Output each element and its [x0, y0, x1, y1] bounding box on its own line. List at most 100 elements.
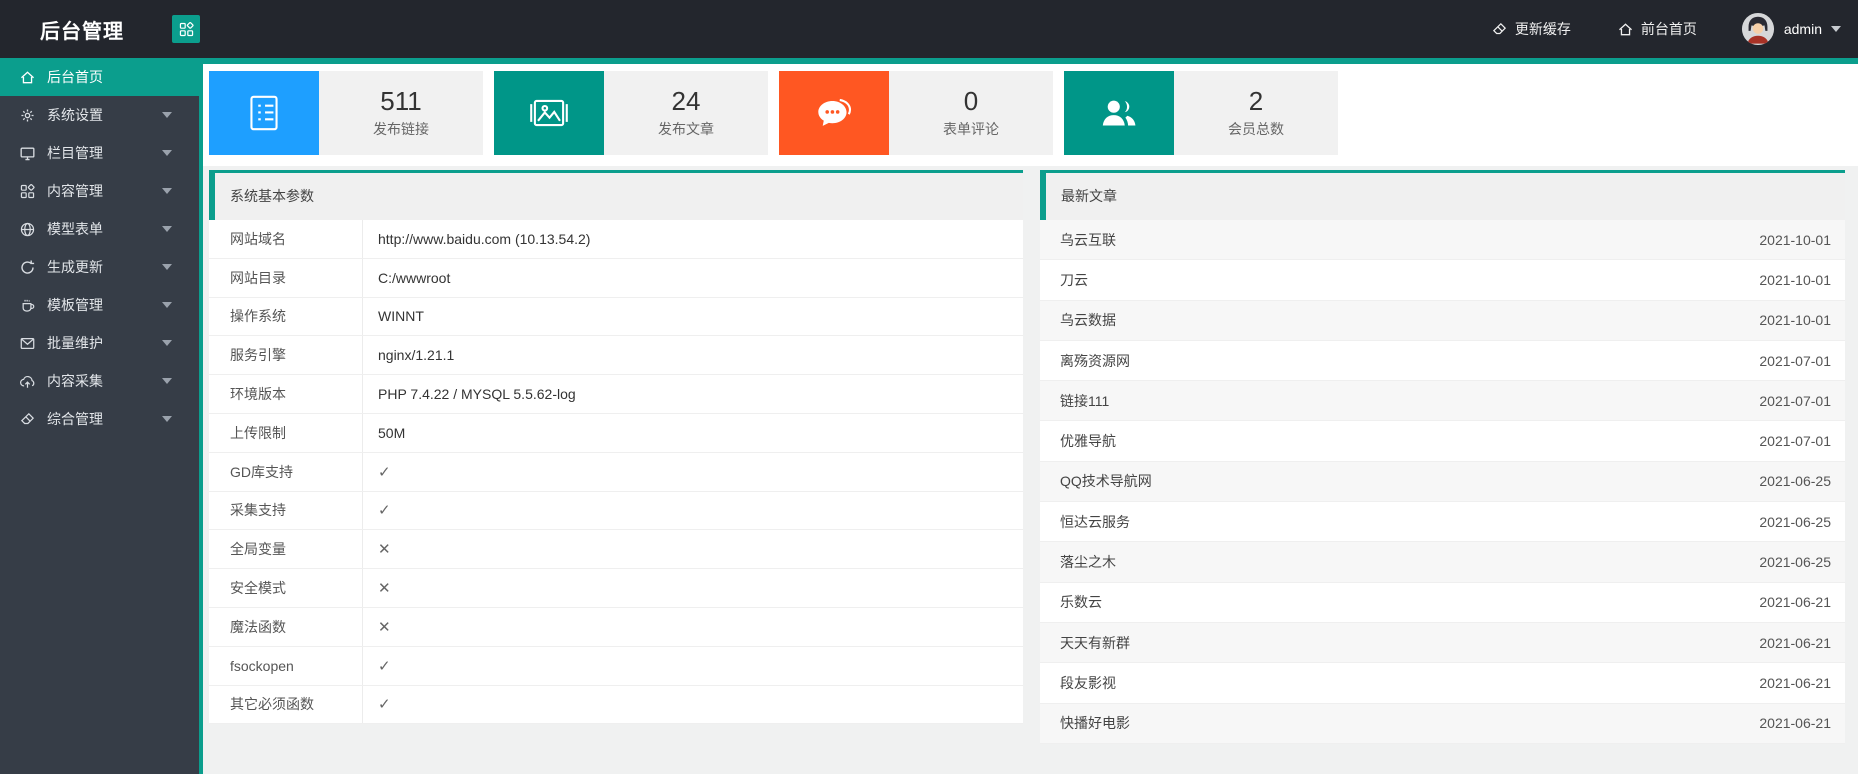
user-menu[interactable]: admin: [1741, 12, 1841, 46]
sidebar-item-label: 综合管理: [47, 411, 103, 427]
table-row: 安全模式 ✕: [209, 569, 1023, 608]
param-value: http://www.baidu.com (10.13.54.2): [378, 230, 591, 247]
param-value: 50M: [378, 424, 406, 441]
caret-down-icon: [162, 112, 172, 118]
table-row: 操作系统 WINNT: [209, 297, 1023, 337]
comment-icon: [811, 90, 857, 136]
caret-down-icon: [162, 416, 172, 422]
param-label: 安全模式: [209, 569, 363, 607]
caret-down-icon: [162, 302, 172, 308]
article-title: 优雅导航: [1060, 433, 1116, 450]
grid-icon: [178, 21, 195, 38]
app-grid-button[interactable]: [172, 15, 200, 43]
list-item[interactable]: 离殇资源网 2021-07-01: [1040, 341, 1845, 382]
stat-label: 会员总数: [1228, 121, 1284, 138]
article-title: 天天有新群: [1060, 634, 1130, 651]
param-label: 网站域名: [209, 220, 363, 258]
param-label: 采集支持: [209, 491, 363, 530]
list-item[interactable]: 乐数云 2021-06-21: [1040, 583, 1845, 623]
article-title: 乌云数据: [1060, 312, 1116, 329]
sidebar-item[interactable]: 综合管理: [0, 400, 199, 438]
article-title: 乌云互联: [1060, 231, 1116, 248]
stat-card-icon-box: [1064, 71, 1174, 155]
system-params-panel: 系统基本参数 网站域名 http://www.baidu.com (10.13.…: [209, 170, 1023, 725]
table-row: 网站目录 C:/wwwroot: [209, 258, 1023, 298]
sidebar-item-label: 系统设置: [47, 107, 103, 123]
sidebar-item[interactable]: 内容采集: [0, 362, 199, 400]
article-title: 快播好电影: [1060, 715, 1130, 732]
param-label: 网站目录: [209, 258, 363, 297]
list-item[interactable]: 恒达云服务 2021-06-25: [1040, 502, 1845, 543]
article-title: 乐数云: [1060, 594, 1102, 611]
table-row: 网站域名 http://www.baidu.com (10.13.54.2): [209, 220, 1023, 259]
topbar-action[interactable]: 更新缓存: [1491, 19, 1571, 39]
table-row: 全局变量 ✕: [209, 530, 1023, 570]
list-item[interactable]: 优雅导航 2021-07-01: [1040, 421, 1845, 462]
sidebar-item[interactable]: 内容管理: [0, 172, 199, 210]
stat-card[interactable]: 24 发布文章: [494, 71, 768, 155]
table-row: 服务引擎 nginx/1.21.1: [209, 336, 1023, 376]
list-item[interactable]: 天天有新群 2021-06-21: [1040, 622, 1845, 664]
sidebar-item[interactable]: 栏目管理: [0, 134, 199, 172]
param-label: 上传限制: [209, 413, 363, 452]
table-row: fsockopen ✓: [209, 646, 1023, 686]
list-item[interactable]: 刀云 2021-10-01: [1040, 260, 1845, 301]
article-title: QQ技术导航网: [1060, 473, 1152, 490]
sidebar-item[interactable]: 批量维护: [0, 324, 199, 362]
article-date: 2021-06-21: [1759, 674, 1831, 691]
topbar: 后台管理 更新缓存 前台首页 admin: [0, 0, 1858, 58]
article-date: 2021-07-01: [1759, 392, 1831, 409]
globe-icon: [19, 221, 36, 238]
stat-card[interactable]: 0 表单评论: [779, 71, 1053, 155]
username: admin: [1783, 21, 1822, 37]
stat-label: 表单评论: [943, 121, 999, 138]
sidebar-item[interactable]: 模板管理: [0, 286, 199, 324]
list-item[interactable]: QQ技术导航网 2021-06-25: [1040, 461, 1845, 503]
param-value: ✓: [378, 502, 391, 520]
list-item[interactable]: 段友影视 2021-06-21: [1040, 663, 1845, 704]
sidebar-item-label: 生成更新: [47, 259, 103, 275]
param-value: ✓: [378, 657, 391, 675]
param-label: 其它必须函数: [209, 685, 363, 724]
article-date: 2021-07-01: [1759, 352, 1831, 369]
list-item[interactable]: 乌云数据 2021-10-01: [1040, 300, 1845, 341]
param-label: 服务引擎: [209, 336, 363, 375]
sidebar-item[interactable]: 生成更新: [0, 248, 199, 286]
sidebar-item-label: 模型表单: [47, 221, 103, 237]
sidebar-item[interactable]: 后台首页: [0, 58, 199, 96]
picture-icon: [526, 90, 572, 136]
param-value: C:/wwwroot: [378, 269, 451, 286]
refresh-icon: [19, 259, 36, 276]
system-params-title: 系统基本参数: [209, 173, 1023, 220]
caret-down-icon: [162, 150, 172, 156]
stat-label: 发布文章: [658, 121, 714, 138]
topbar-action[interactable]: 前台首页: [1617, 19, 1697, 39]
param-label: GD库支持: [209, 452, 363, 491]
caret-down-icon: [162, 264, 172, 270]
home-icon: [19, 69, 36, 86]
stat-card-icon-box: [209, 71, 319, 155]
home-icon: [1617, 21, 1634, 38]
stat-value: 2: [1248, 85, 1264, 116]
sidebar: 后台首页 系统设置 栏目管理 内容管理 模型表单 生成更新 模板管理 批量维护 …: [0, 58, 203, 774]
eraser-icon: [1491, 21, 1508, 38]
sidebar-item[interactable]: 模型表单: [0, 210, 199, 248]
list-item[interactable]: 落尘之木 2021-06-25: [1040, 542, 1845, 583]
stat-card[interactable]: 2 会员总数: [1064, 71, 1338, 155]
article-date: 2021-06-21: [1759, 715, 1831, 732]
stat-card[interactable]: 511 发布链接: [209, 71, 483, 155]
latest-articles-panel: 最新文章 乌云互联 2021-10-01 刀云 2021-10-01 乌云数据 …: [1040, 170, 1845, 744]
gear-icon: [19, 107, 36, 124]
list-item[interactable]: 乌云互联 2021-10-01: [1040, 220, 1845, 261]
system-params-table: 网站域名 http://www.baidu.com (10.13.54.2) 网…: [209, 220, 1023, 725]
sidebar-item[interactable]: 系统设置: [0, 96, 199, 134]
article-date: 2021-10-01: [1759, 312, 1831, 329]
list-item[interactable]: 链接111 2021-07-01: [1040, 381, 1845, 422]
list-item[interactable]: 快播好电影 2021-06-21: [1040, 703, 1845, 744]
param-value: nginx/1.21.1: [378, 347, 455, 364]
param-label: fsockopen: [209, 646, 363, 685]
param-label: 全局变量: [209, 530, 363, 569]
caret-down-icon: [162, 226, 172, 232]
sidebar-item-label: 内容管理: [47, 183, 103, 199]
avatar: [1741, 12, 1775, 46]
